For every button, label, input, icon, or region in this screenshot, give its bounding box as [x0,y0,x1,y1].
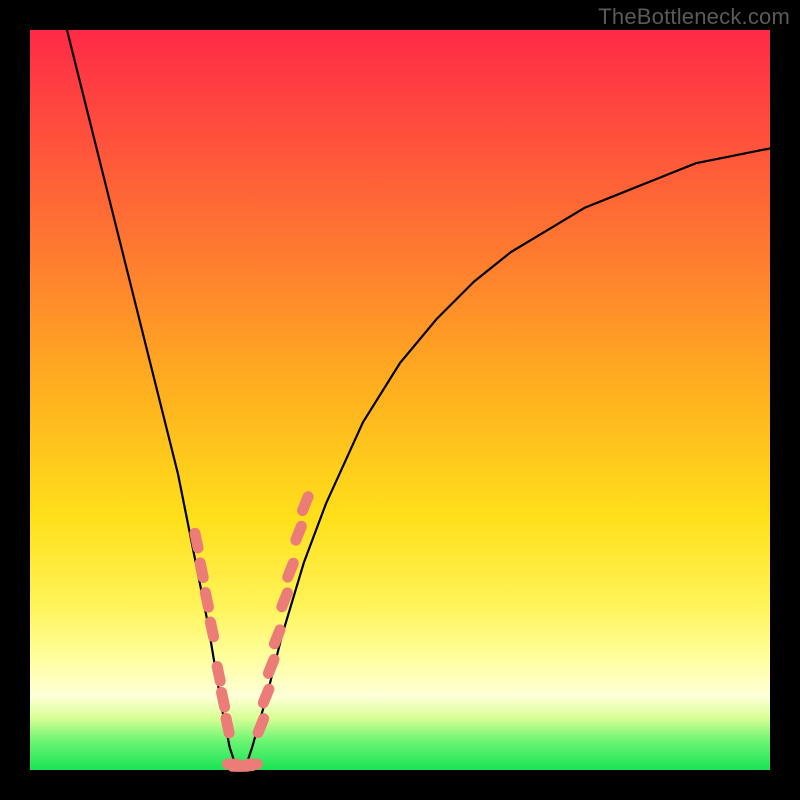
bottleneck-curve [67,30,770,770]
data-marker [243,759,263,770]
data-marker [289,519,309,547]
watermark-text: TheBottleneck.com [598,4,790,30]
data-marker [256,682,276,710]
data-marker [211,660,227,688]
marker-group [188,489,315,771]
data-marker [267,623,287,651]
data-marker [204,616,220,644]
data-marker [215,686,231,714]
data-marker [194,556,210,584]
plot-area [30,30,770,770]
curve-svg [30,30,770,770]
data-marker [220,712,236,740]
data-marker [199,586,215,614]
data-marker [251,711,271,739]
chart-frame: TheBottleneck.com [0,0,800,800]
data-marker [295,489,315,517]
data-marker [261,652,281,680]
